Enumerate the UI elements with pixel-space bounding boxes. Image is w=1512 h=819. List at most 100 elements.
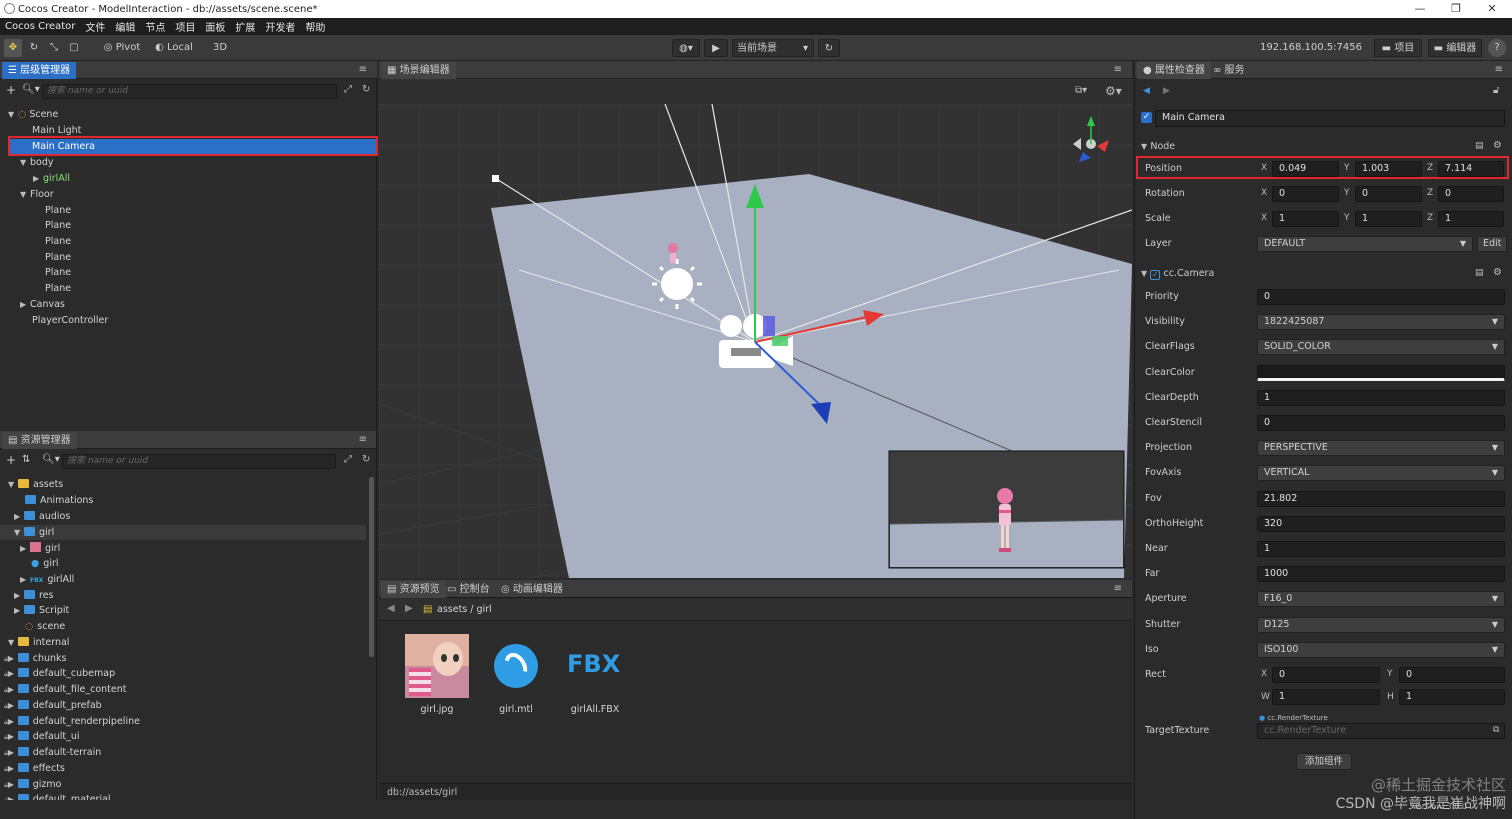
asset-folder-gizmo[interactable]: 🔒︎▶ gizmo [4,777,61,792]
project-button[interactable]: ▬ 项目 [1374,39,1422,57]
tab-hierarchy[interactable]: ☰ 层级管理器 [2,62,77,79]
tree-node-plane[interactable]: Plane [45,203,71,218]
scale-z-input[interactable]: 1 [1438,211,1504,227]
clearflags-select[interactable]: SOLID_COLOR ▼ [1257,339,1505,355]
scene-viewport[interactable] [379,104,1132,578]
component-enabled-checkbox[interactable]: ✓ [1150,270,1161,280]
rect-h-input[interactable]: 1 [1399,689,1505,705]
tree-node-girlall[interactable]: ▶ girlAll [33,171,70,186]
tree-node-plane[interactable]: Plane [45,281,71,296]
cleardepth-input[interactable]: 1 [1257,390,1505,406]
refresh-hierarchy-icon[interactable]: ↻ [362,84,370,95]
menu-edit[interactable]: 编辑 [110,19,140,34]
asset-scene[interactable]: ◌ scene [25,619,65,634]
camera-settings-icon[interactable]: ⧉▾ [1075,85,1087,96]
back-arrow-icon[interactable]: ◀ [387,603,395,614]
tree-node-plane[interactable]: Plane [45,234,71,249]
orthoheight-input[interactable]: 320 [1257,516,1505,532]
tree-node-floor[interactable]: ▼ Floor [20,187,54,202]
near-input[interactable]: 1 [1257,541,1505,557]
node-active-checkbox[interactable]: ✓ [1141,112,1152,123]
rect-w-input[interactable]: 1 [1272,689,1380,705]
layer-select[interactable]: DEFAULT ▼ [1257,236,1473,252]
iso-select[interactable]: ISO100 ▼ [1257,642,1505,658]
menu-extension[interactable]: 扩展 [230,19,260,34]
rect-y-input[interactable]: 0 [1399,667,1505,683]
fovaxis-select[interactable]: VERTICAL ▼ [1257,465,1505,481]
asset-folder-girl[interactable]: ▼ girl [0,525,366,540]
sort-icon[interactable]: ⇅ [22,454,30,465]
rotation-z-input[interactable]: 0 [1438,186,1504,202]
gear-icon[interactable]: ⚙ [1493,140,1502,151]
tree-node-playercontroller[interactable]: PlayerController [32,313,108,328]
far-input[interactable]: 1000 [1257,566,1505,582]
back-arrow-icon[interactable]: ◀ [1143,86,1150,96]
rotation-y-input[interactable]: 0 [1355,186,1422,202]
rect-x-input[interactable]: 0 [1272,667,1380,683]
forward-arrow-icon[interactable]: ▶ [405,603,413,614]
help-doc-icon[interactable]: ▤ [1475,141,1484,151]
refresh-icon[interactable]: ↻ [818,39,840,57]
editor-button[interactable]: ▬ 编辑器 [1428,39,1482,57]
assets-search-input[interactable]: 搜索 name or uuid [62,454,336,469]
expand-all-icon[interactable]: ⤢ [344,454,352,465]
projection-select[interactable]: PERSPECTIVE ▼ [1257,440,1505,456]
panel-menu-icon[interactable]: ≡ [1495,64,1503,75]
tree-node-body[interactable]: ▼ body [20,155,54,170]
tab-inspector[interactable]: ● 属性检查器 [1137,62,1211,79]
add-node-icon[interactable]: + [6,83,16,97]
asset-folder-audios[interactable]: ▶ audios [14,509,70,524]
play-icon[interactable]: ▶ [704,39,728,57]
asset-folder-default-terrain[interactable]: 🔒︎▶ default-terrain [4,745,101,760]
panel-menu-icon[interactable]: ≡ [1114,64,1122,75]
help-icon[interactable]: ? [1488,39,1506,57]
asset-folder-effects[interactable]: 🔒︎▶ effects [4,761,65,776]
asset-folder-res[interactable]: ▶ res [14,588,54,603]
asset-picker-icon[interactable]: ⧉ [1493,725,1499,735]
tree-node-plane[interactable]: Plane [45,218,71,233]
pivot-button[interactable]: ◎ Pivot [102,39,142,57]
shutter-select[interactable]: D125 ▼ [1257,617,1505,633]
asset-folder-default-prefab[interactable]: 🔒︎▶ default_prefab [4,698,102,713]
tab-scene-editor[interactable]: ▦ 场景编辑器 [381,62,456,79]
gear-icon[interactable]: ⚙▾ [1105,84,1122,98]
menu-app[interactable]: Cocos Creator [0,21,80,32]
material-icon[interactable] [494,644,538,688]
menu-node[interactable]: 节点 [140,19,170,34]
3d-toggle-button[interactable]: 3D [210,39,230,57]
menu-panel[interactable]: 面板 [200,19,230,34]
asset-folder-default-file-content[interactable]: 🔒︎▶ default_file_content [4,682,127,697]
camera-section-header[interactable]: ▼ ✓ cc.Camera ▤ ⚙ [1141,267,1507,281]
gear-icon[interactable]: ⚙ [1493,267,1502,278]
aperture-select[interactable]: F16_0 ▼ [1257,591,1505,607]
add-asset-icon[interactable]: + [6,453,16,467]
panel-menu-icon[interactable]: ≡ [1114,583,1122,594]
asset-folder-internal[interactable]: ▼ internal [8,635,69,650]
asset-folder-animations[interactable]: Animations [25,493,93,508]
asset-thumb-girl-jpg[interactable] [405,634,469,698]
tab-animation-editor[interactable]: ◎ 动画编辑器 [495,581,569,598]
tree-node-scene[interactable]: ▼ ◌ Scene [8,107,58,122]
asset-folder-default-ui[interactable]: 🔒︎▶ default_ui [4,729,80,744]
menu-file[interactable]: 文件 [80,19,110,34]
menu-help[interactable]: 帮助 [300,19,330,34]
tree-node-canvas[interactable]: ▶ Canvas [20,297,65,312]
target-texture-input[interactable]: cc.RenderTexture [1257,723,1505,739]
preview-ip[interactable]: 192.168.100.5:7456 ≋ [1256,39,1366,71]
clear-color-swatch[interactable] [1257,365,1505,381]
panel-menu-icon[interactable]: ≡ [359,434,367,445]
tree-node-plane[interactable]: Plane [45,265,71,280]
clearstencil-input[interactable]: 0 [1257,415,1505,431]
asset-folder-chunks[interactable]: 🔒︎▶ chunks [4,651,66,666]
rotation-x-input[interactable]: 0 [1272,186,1339,202]
scale-tool-icon[interactable]: ⤡ [46,39,62,57]
asset-material-girl[interactable]: ● girl [31,556,59,571]
rotate-tool-icon[interactable]: ↻ [26,39,42,57]
node-section-header[interactable]: ▼ Node ▤ ⚙ [1141,140,1507,153]
asset-folder-scripit[interactable]: ▶ Scripit [14,603,69,618]
asset-folder-default-cubemap[interactable]: 🔒︎▶ default_cubemap [4,666,115,681]
visibility-select[interactable]: 1822425087 ▼ [1257,314,1505,330]
maximize-icon[interactable]: ❐ [1438,0,1474,18]
tab-services[interactable]: ∞ 服务 [1207,62,1251,79]
priority-input[interactable]: 0 [1257,289,1505,305]
